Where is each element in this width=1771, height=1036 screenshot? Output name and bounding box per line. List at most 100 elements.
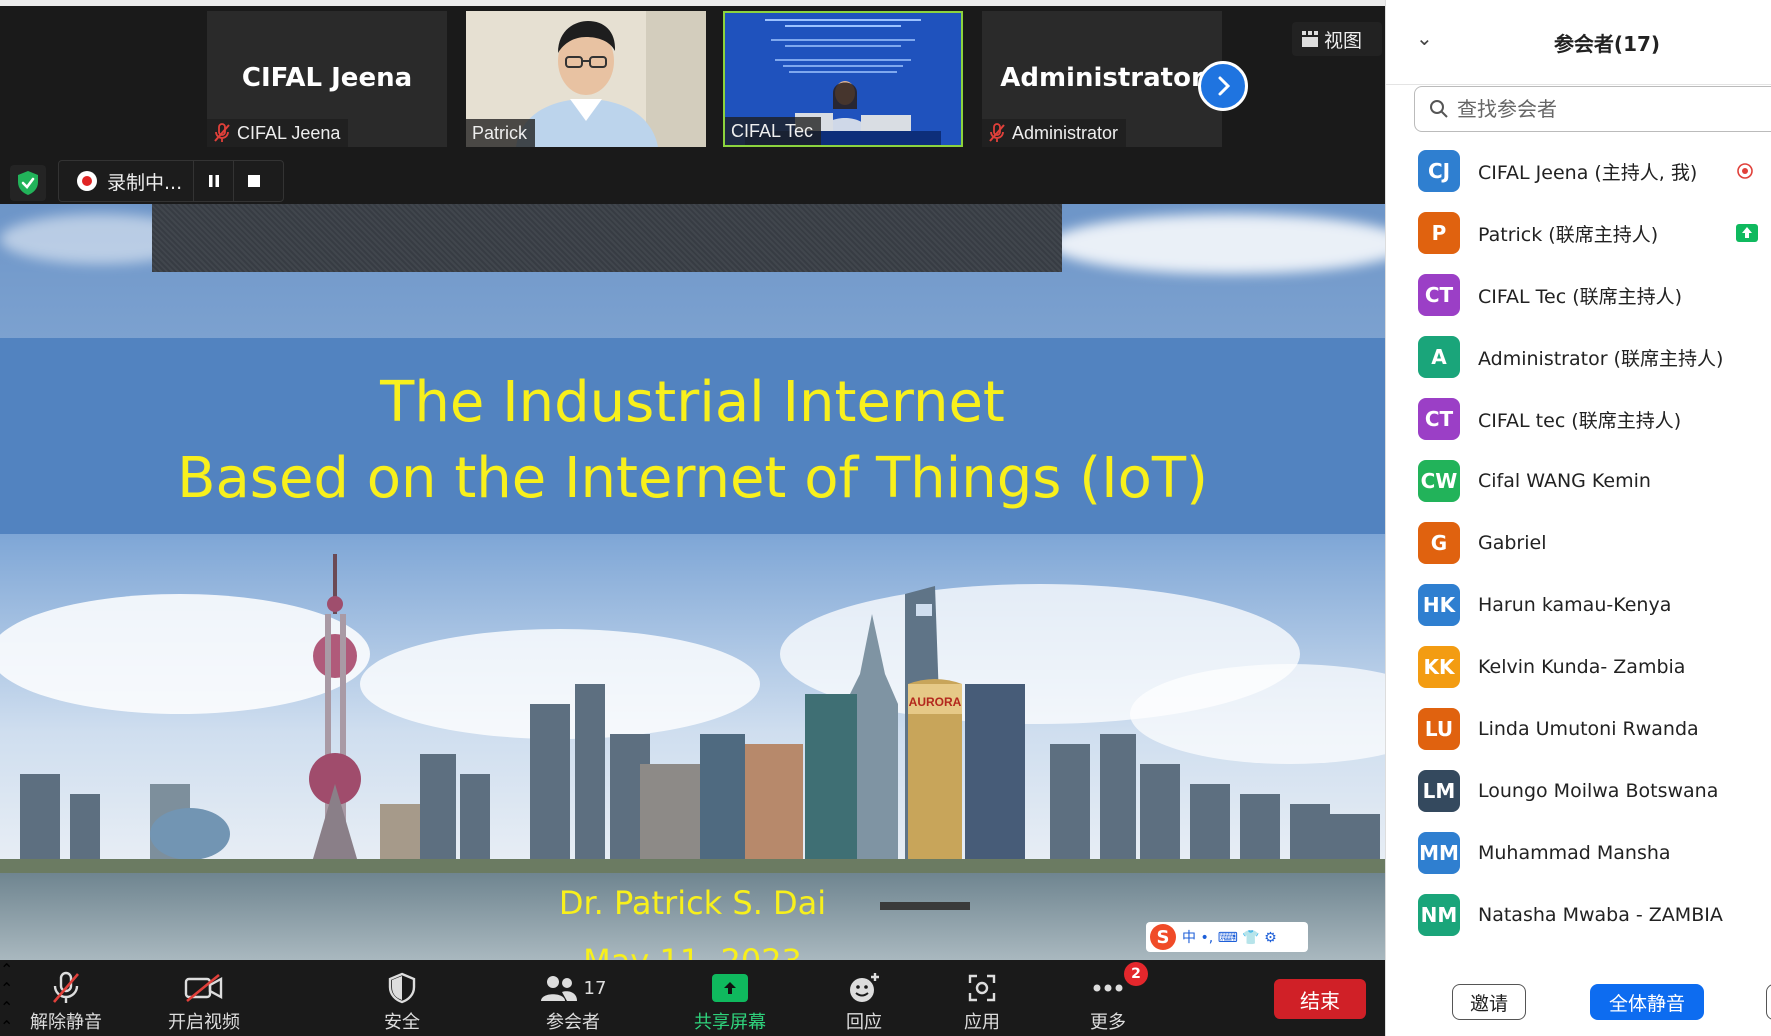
recording-status-icon bbox=[1737, 163, 1753, 179]
grid-view-icon bbox=[1302, 31, 1318, 47]
avatar: CJ bbox=[1418, 150, 1460, 192]
participant-row[interactable]: NM Natasha Mwaba - ZAMBIA bbox=[1386, 884, 1771, 946]
participant-name: Administrator (联席主持人) bbox=[1478, 347, 1724, 370]
share-screen-label: 共享屏幕 bbox=[694, 1012, 766, 1033]
video-tile-cifal-jeena[interactable]: CIFAL Jeena CIFAL Jeena bbox=[207, 11, 447, 147]
participant-search-input[interactable] bbox=[1457, 97, 1757, 121]
avatar: G bbox=[1418, 522, 1460, 564]
unmute-button[interactable]: 解除静音 bbox=[22, 970, 110, 1034]
encryption-shield-button[interactable] bbox=[10, 165, 46, 201]
apps-button[interactable]: 应用 bbox=[952, 970, 1012, 1034]
tile-name-bar: CIFAL Jeena bbox=[207, 119, 349, 147]
share-screen-button[interactable]: 共享屏幕 bbox=[688, 970, 772, 1034]
participants-panel: ⌄ 参会者(17) CJ CIFAL Jeena (主持人, 我) P Patr… bbox=[1385, 0, 1771, 1036]
video-tile-patrick[interactable]: Patrick bbox=[466, 11, 706, 147]
pause-icon bbox=[208, 175, 219, 187]
participant-list: CJ CIFAL Jeena (主持人, 我) P Patrick (联席主持人… bbox=[1386, 140, 1771, 946]
video-tile-administrator[interactable]: Administrator Administrator bbox=[982, 11, 1222, 147]
video-off-icon bbox=[184, 973, 223, 1003]
invite-button[interactable]: 邀请 bbox=[1452, 984, 1526, 1020]
apps-icon bbox=[968, 974, 996, 1002]
start-video-label: 开启视频 bbox=[168, 1012, 240, 1033]
participant-search-field[interactable] bbox=[1414, 86, 1771, 132]
avatar: CT bbox=[1418, 398, 1460, 440]
participant-name: Muhammad Mansha bbox=[1478, 842, 1671, 864]
view-button[interactable]: 视图 bbox=[1292, 22, 1382, 56]
avatar: LM bbox=[1418, 770, 1460, 812]
tile-display-name: Administrator bbox=[1000, 63, 1204, 93]
participant-row[interactable]: CT CIFAL tec (联席主持人) bbox=[1386, 388, 1771, 450]
panel-header: ⌄ 参会者(17) bbox=[1386, 18, 1771, 85]
shared-screen-slide: The Industrial Internet Based on the Int… bbox=[0, 204, 1385, 960]
participants-icon bbox=[540, 976, 577, 1001]
participant-name: Gabriel bbox=[1478, 532, 1547, 554]
participant-name: CIFAL tec (联席主持人) bbox=[1478, 409, 1682, 432]
participant-row[interactable]: LU Linda Umutoni Rwanda bbox=[1386, 698, 1771, 760]
security-button[interactable]: 安全 bbox=[372, 970, 432, 1034]
participant-row[interactable]: HK Harun kamau-Kenya bbox=[1386, 574, 1771, 636]
ime-toolbar[interactable]: S 中 •, ⌨ 👕 ⚙ bbox=[1146, 922, 1308, 952]
more-notification-badge: 2 bbox=[1124, 962, 1148, 986]
end-meeting-button[interactable]: 结束 bbox=[1274, 979, 1366, 1019]
participants-count: 17 bbox=[583, 977, 607, 999]
mute-all-button[interactable]: 全体静音 bbox=[1590, 984, 1704, 1020]
mic-muted-icon bbox=[214, 123, 230, 142]
recording-dot-icon bbox=[77, 171, 97, 191]
zoom-meeting-window: CIFAL Jeena CIFAL Jeena Patrick CIFAL Te… bbox=[0, 0, 1771, 1036]
tile-name-bar: Patrick bbox=[466, 119, 536, 147]
participant-row[interactable]: A Administrator (联席主持人) bbox=[1386, 326, 1771, 388]
avatar: KK bbox=[1418, 646, 1460, 688]
slide-title-band: The Industrial Internet Based on the Int… bbox=[0, 338, 1385, 550]
panel-more-button[interactable] bbox=[1766, 984, 1771, 1020]
view-label: 视图 bbox=[1324, 29, 1363, 52]
start-video-button[interactable]: 开启视频 bbox=[160, 970, 248, 1034]
participant-name: Natasha Mwaba - ZAMBIA bbox=[1478, 904, 1723, 926]
meeting-toolbar: 解除静音 ⌃ 开启视频 ⌃ 安全 17 参会者 ⌃ 共享屏幕 ⌃ 回应 应用 更… bbox=[0, 960, 1385, 1036]
participant-name: Kelvin Kunda- Zambia bbox=[1478, 656, 1686, 678]
avatar: NM bbox=[1418, 894, 1460, 936]
more-label: 更多 bbox=[1090, 1012, 1126, 1033]
stop-recording-button[interactable] bbox=[233, 161, 273, 201]
divider bbox=[1386, 84, 1771, 85]
slide-header-banner bbox=[152, 204, 1062, 272]
shield-check-icon bbox=[18, 171, 38, 195]
participant-row[interactable]: P Patrick (联席主持人) bbox=[1386, 202, 1771, 264]
participants-button[interactable]: 17 参会者 bbox=[528, 970, 618, 1034]
participant-row[interactable]: LM Loungo Moilwa Botswana bbox=[1386, 760, 1771, 822]
recording-indicator: 录制中... bbox=[58, 160, 284, 202]
avatar: CT bbox=[1418, 274, 1460, 316]
tile-label: Patrick bbox=[472, 123, 528, 143]
slide-title-line2: Based on the Internet of Things (IoT) bbox=[177, 446, 1208, 511]
participant-name: CIFAL Tec (联席主持人) bbox=[1478, 285, 1683, 308]
participant-row[interactable]: KK Kelvin Kunda- Zambia bbox=[1386, 636, 1771, 698]
reactions-label: 回应 bbox=[846, 1012, 882, 1033]
meeting-area: CIFAL Jeena CIFAL Jeena Patrick CIFAL Te… bbox=[0, 0, 1385, 1036]
video-tile-cifal-tec[interactable]: CIFAL Tec bbox=[723, 11, 963, 147]
participant-name: Loungo Moilwa Botswana bbox=[1478, 780, 1719, 802]
tile-name-bar: CIFAL Tec bbox=[725, 117, 822, 145]
pause-recording-button[interactable] bbox=[193, 161, 233, 201]
tile-label: CIFAL Tec bbox=[731, 121, 814, 141]
aurora-sign: AURORA bbox=[909, 695, 962, 709]
next-page-button[interactable] bbox=[1198, 61, 1248, 111]
apps-label: 应用 bbox=[964, 1012, 1000, 1033]
participants-label: 参会者 bbox=[546, 1012, 600, 1033]
tile-name-bar: Administrator bbox=[982, 119, 1127, 147]
avatar: A bbox=[1418, 336, 1460, 378]
participant-row[interactable]: G Gabriel bbox=[1386, 512, 1771, 574]
participant-row[interactable]: CT CIFAL Tec (联席主持人) bbox=[1386, 264, 1771, 326]
participant-name: Harun kamau-Kenya bbox=[1478, 594, 1672, 616]
participant-row[interactable]: CJ CIFAL Jeena (主持人, 我) bbox=[1386, 140, 1771, 202]
slide-title-line1: The Industrial Internet bbox=[380, 370, 1005, 435]
avatar: LU bbox=[1418, 708, 1460, 750]
reactions-button[interactable]: 回应 bbox=[834, 970, 894, 1034]
avatar: CW bbox=[1418, 460, 1460, 502]
shield-icon bbox=[388, 972, 416, 1004]
cloud bbox=[1050, 214, 1385, 274]
ime-status-text: 中 •, ⌨ 👕 ⚙ bbox=[1182, 930, 1277, 946]
mic-muted-icon bbox=[53, 971, 79, 1003]
participant-name: Linda Umutoni Rwanda bbox=[1478, 718, 1699, 740]
participant-row[interactable]: MM Muhammad Mansha bbox=[1386, 822, 1771, 884]
participant-row[interactable]: CW Cifal WANG Kemin bbox=[1386, 450, 1771, 512]
security-label: 安全 bbox=[384, 1012, 420, 1033]
